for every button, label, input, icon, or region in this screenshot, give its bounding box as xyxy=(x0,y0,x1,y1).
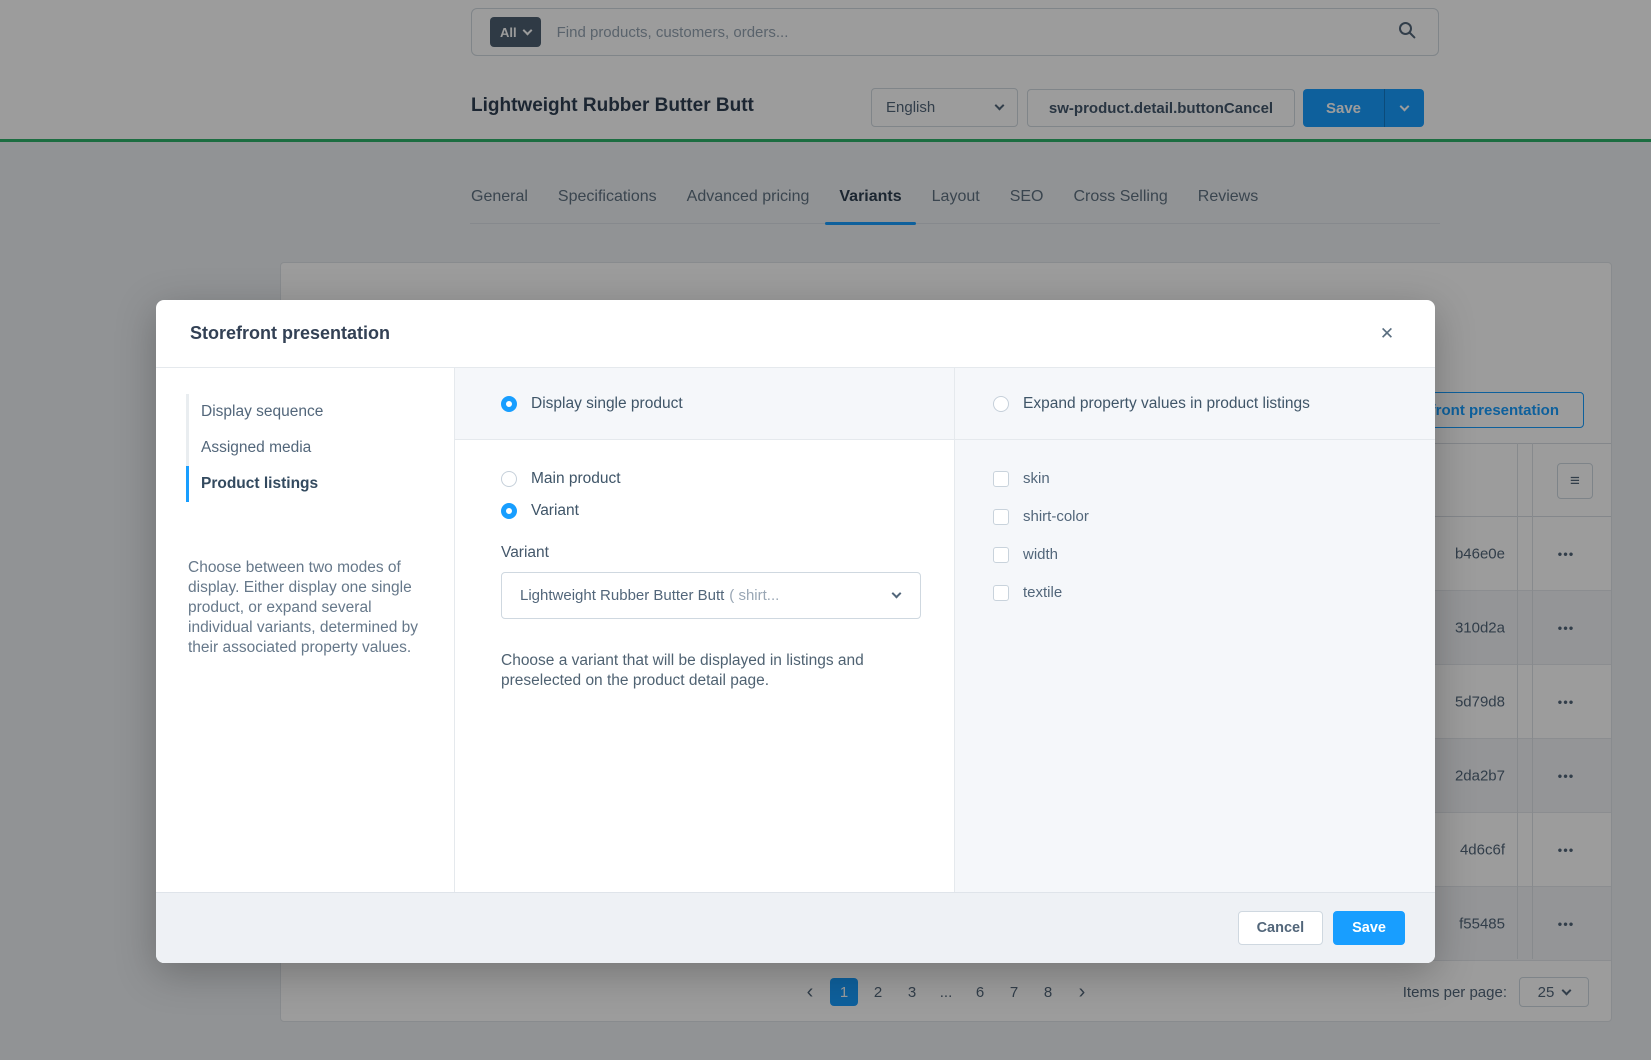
main-product-radio[interactable] xyxy=(501,471,517,487)
variant-radio[interactable] xyxy=(501,503,517,519)
main-product-label: Main product xyxy=(531,470,621,488)
single-product-column: Display single product Main product Vari… xyxy=(455,368,954,892)
expand-properties-radio[interactable] xyxy=(993,396,1009,412)
modal-header: Storefront presentation ✕ xyxy=(156,300,1435,368)
properties-list: skin shirt-color width textile xyxy=(955,440,1435,622)
property-row-width: width xyxy=(993,546,1435,563)
variant-field-label: Variant xyxy=(501,544,954,562)
storefront-presentation-modal: Storefront presentation ✕ Display sequen… xyxy=(156,300,1435,963)
expand-properties-column: Expand property values in product listin… xyxy=(954,368,1435,892)
shirt-color-label: shirt-color xyxy=(1023,508,1089,525)
single-product-body: Main product Variant Variant Lightweight… xyxy=(455,440,954,892)
modal-nav: Display sequence Assigned media Product … xyxy=(186,394,454,502)
property-row-shirt-color: shirt-color xyxy=(993,508,1435,525)
variant-label: Variant xyxy=(531,502,579,520)
nav-description: Choose between two modes of display. Eit… xyxy=(188,558,431,658)
modal-nav-column: Display sequence Assigned media Product … xyxy=(156,368,455,892)
nav-item-product-listings[interactable]: Product listings xyxy=(186,466,454,502)
shirt-color-checkbox[interactable] xyxy=(993,509,1009,525)
modal-cancel-button[interactable]: Cancel xyxy=(1238,911,1324,945)
display-single-product-label: Display single product xyxy=(531,395,683,413)
property-row-skin: skin xyxy=(993,470,1435,487)
modal-save-button[interactable]: Save xyxy=(1333,911,1405,945)
skin-checkbox[interactable] xyxy=(993,471,1009,487)
textile-checkbox[interactable] xyxy=(993,585,1009,601)
property-row-textile: textile xyxy=(993,584,1435,601)
width-label: width xyxy=(1023,546,1058,563)
close-icon[interactable]: ✕ xyxy=(1375,322,1399,346)
nav-item-assigned-media[interactable]: Assigned media xyxy=(186,430,454,466)
variant-select-value: Lightweight Rubber Butter Butt xyxy=(520,587,724,604)
single-product-option-row: Display single product xyxy=(455,368,954,440)
modal-footer: Cancel Save xyxy=(156,892,1435,963)
expand-properties-label: Expand property values in product listin… xyxy=(1023,395,1310,413)
textile-label: textile xyxy=(1023,584,1062,601)
width-checkbox[interactable] xyxy=(993,547,1009,563)
variant-select[interactable]: Lightweight Rubber Butter Butt ( shirt..… xyxy=(501,572,921,619)
variant-help-text: Choose a variant that will be displayed … xyxy=(501,651,901,691)
nav-item-display-sequence[interactable]: Display sequence xyxy=(186,394,454,430)
skin-label: skin xyxy=(1023,470,1050,487)
chevron-down-icon xyxy=(892,589,902,599)
variant-select-value-suffix: ( shirt... xyxy=(729,587,779,604)
display-single-product-radio[interactable] xyxy=(501,396,517,412)
modal-body: Display sequence Assigned media Product … xyxy=(156,368,1435,892)
expand-properties-option-row: Expand property values in product listin… xyxy=(955,368,1435,440)
modal-title: Storefront presentation xyxy=(190,323,390,344)
